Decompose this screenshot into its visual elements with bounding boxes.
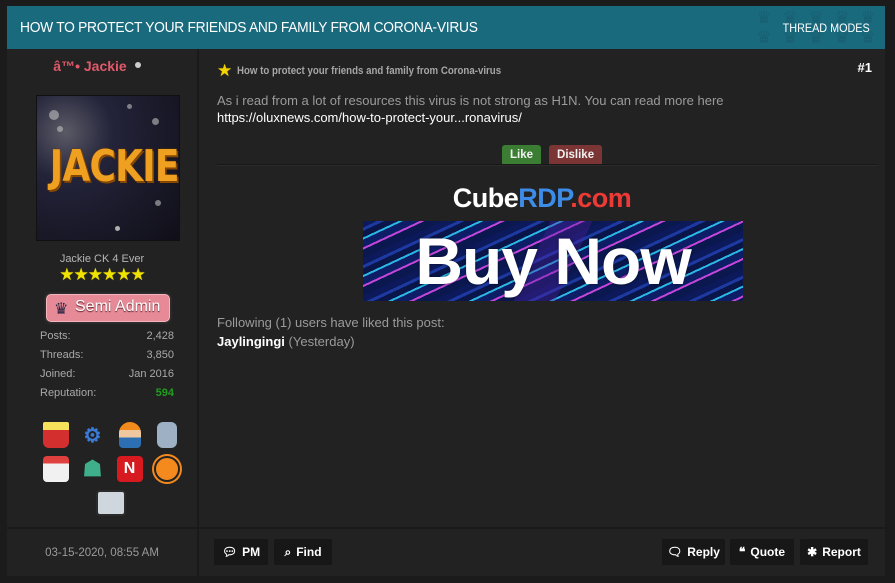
chat-bubble-icon: 💬︎ (221, 545, 238, 559)
ad-title-part2: RDP (518, 183, 571, 213)
post-number-link[interactable]: #1 (858, 60, 872, 75)
post-content: ★ How to protect your friends and family… (199, 49, 885, 527)
group-badge-label: Semi Admin (75, 298, 161, 315)
post-link[interactable]: https://oluxnews.com/how-to-protect-your… (217, 109, 522, 126)
stat-value: 2,428 (146, 330, 174, 342)
stat-posts: Posts: 2,428 (40, 330, 174, 349)
liker-time: (Yesterday) (288, 334, 355, 349)
stat-label: Joined: (40, 368, 76, 380)
avatar-text: JACKIE (49, 141, 179, 192)
search-icon: ⌕ (284, 545, 292, 559)
report-button-label: Report (822, 545, 861, 559)
stat-label: Threads: (40, 349, 84, 361)
report-button[interactable]: ✱ Report (800, 539, 868, 565)
stat-threads: Threads: 3,850 (40, 349, 174, 368)
post-subject: How to protect your friends and family f… (237, 65, 502, 77)
author-rank-stars: ★★★★★★ (59, 265, 145, 284)
find-button[interactable]: ⌕ Find (274, 539, 332, 565)
likes-summary: Following (1) users have liked this post… (217, 313, 445, 351)
ad-title-part1: Cube (452, 183, 519, 213)
robot-icon[interactable] (156, 422, 177, 448)
thread-modes-button[interactable]: THREAD MODES (783, 21, 870, 35)
author-username[interactable]: â™• Jackie (7, 58, 187, 74)
orange-planet-icon[interactable] (153, 456, 180, 482)
author-username-text[interactable]: â™• Jackie (53, 58, 126, 74)
quote-icon: ❝ (738, 545, 746, 559)
stat-value: 3,850 (146, 349, 174, 361)
android-icon[interactable]: ☗ (80, 456, 106, 482)
ad-title[interactable]: CubeRDP.com (199, 183, 885, 214)
console-icon[interactable] (96, 490, 126, 516)
author-stats: Posts: 2,428 Threads: 3,850 Joined: Jan … (40, 330, 174, 406)
ad-banner[interactable]: Buy Now (363, 221, 743, 301)
footer-column-divider (197, 529, 199, 576)
footer-divider (7, 527, 885, 529)
author-user-title: Jackie CK 4 Ever (59, 253, 145, 265)
reply-button-label: Reply (687, 545, 720, 559)
stat-joined: Joined: Jan 2016 (40, 368, 174, 387)
pm-button-label: PM (242, 545, 261, 559)
post-header: ★ How to protect your friends and family… (217, 61, 537, 81)
crown-icon: ♛ (54, 301, 69, 318)
online-status-icon (134, 62, 141, 68)
post-body-text: As i read from a lot of resources this v… (217, 93, 724, 108)
star-icon: ★ (217, 61, 233, 80)
liker-name-link[interactable]: Jaylingingi (217, 334, 285, 349)
stat-label: Reputation: (40, 387, 97, 399)
group-badge: ♛ Semi Admin (44, 292, 172, 324)
like-button[interactable]: Like (502, 145, 542, 166)
pm-button[interactable]: 💬︎ PM (214, 539, 268, 565)
rating-buttons: Like Dislike (502, 145, 603, 166)
reputation-value[interactable]: 594 (156, 387, 174, 406)
bug-icon: ✱ (807, 545, 818, 559)
quote-button[interactable]: ❝ Quote (730, 539, 794, 565)
worker-icon[interactable] (117, 422, 143, 448)
dislike-button[interactable]: Dislike (549, 145, 603, 166)
netflix-icon[interactable]: N (116, 456, 143, 482)
ad-title-part3: .com (570, 183, 632, 213)
likes-summary-text: Following (1) users have liked this post… (217, 315, 445, 330)
reply-button[interactable]: 🗨︎ Reply (662, 539, 725, 565)
author-avatar[interactable]: JACKIE (36, 95, 180, 241)
thread-container: ♛ ♛ ♛ ♛ ♛ ♛ ♛ ♛ ♛ ♛ HOW TO PROTECT YOUR FRIENDS … (7, 6, 885, 576)
post-author-panel: â™• Jackie JACKIE Jackie CK 4 Ever ★★★★★… (7, 49, 199, 527)
quote-button-label: Quote (750, 545, 786, 559)
post-divider (217, 164, 877, 165)
post-message: As i read from a lot of resources this v… (217, 92, 867, 126)
stat-reputation: Reputation: 594 (40, 387, 174, 406)
thread-header: ♛ ♛ ♛ ♛ ♛ ♛ ♛ ♛ ♛ ♛ HOW TO PROTECT YOUR FRIENDS … (7, 6, 885, 49)
award-icons: ⚙ ☗ N (37, 422, 187, 516)
stat-label: Posts: (40, 330, 71, 342)
ad-banner-text: Buy Now (415, 224, 691, 298)
find-button-label: Find (296, 545, 322, 559)
thread-title: HOW TO PROTECT YOUR FRIENDS AND FAMILY F… (20, 19, 478, 36)
post-date: 03-15-2020, 08:55 AM (45, 547, 159, 559)
stat-value: Jan 2016 (128, 368, 174, 380)
popcorn-icon[interactable] (42, 422, 69, 448)
comments-icon: 🗨︎ (667, 545, 683, 559)
calendar-icon[interactable] (42, 456, 69, 482)
steam-icon[interactable]: ⚙ (80, 422, 106, 448)
